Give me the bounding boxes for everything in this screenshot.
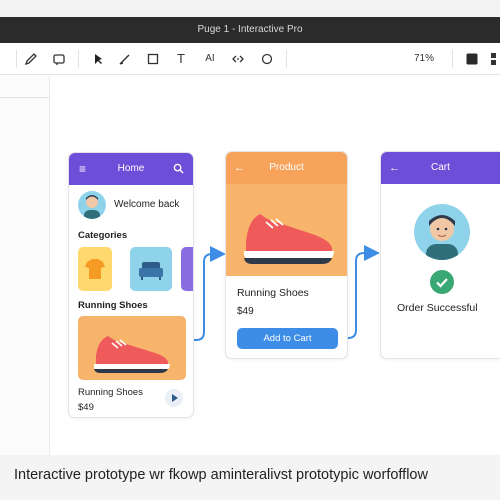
back-arrow-icon[interactable]: ←: [234, 152, 245, 184]
product-title: Running Shoes: [237, 287, 309, 299]
product-screen[interactable]: ← Product Running Shoes $49 Add to Cart: [225, 151, 348, 359]
home-screen[interactable]: ≡ Home Welcome back Categories Running S…: [68, 152, 194, 418]
back-arrow-icon[interactable]: ←: [389, 152, 400, 184]
play-icon: [172, 394, 178, 402]
welcome-text: Welcome back: [114, 199, 180, 210]
menu-icon[interactable]: ≡: [79, 153, 86, 185]
home-header-title: Home: [117, 163, 145, 174]
product-hero-image: [226, 184, 347, 276]
category-tile-shirts[interactable]: [78, 247, 112, 291]
sofa-icon: [139, 262, 163, 280]
running-shoes-section-label: Running Shoes: [78, 300, 148, 311]
product-name: Running Shoes: [78, 387, 143, 398]
product-card-image[interactable]: [78, 316, 186, 380]
product-header-title: Product: [269, 162, 304, 173]
product-price: $49: [78, 402, 94, 413]
category-tile-furniture[interactable]: [130, 247, 172, 291]
order-success-message: Order Successful: [397, 302, 478, 314]
search-icon[interactable]: [173, 153, 184, 185]
cart-header-title: Cart: [431, 162, 450, 173]
product-detail-price: $49: [237, 306, 254, 317]
cart-header: ← Cart: [381, 152, 500, 184]
app-window: Puge 1 - Interactive Pro T AI 71% ≡ Home…: [0, 0, 500, 455]
play-button[interactable]: [165, 389, 183, 407]
caption-bar: Interactive prototype wr fkowp aminteral…: [0, 455, 500, 500]
cart-screen[interactable]: ← Cart Order Successful: [380, 151, 500, 359]
add-to-cart-button[interactable]: Add to Cart: [237, 328, 338, 349]
shoe-icon: [93, 336, 170, 373]
shoe-icon: [243, 214, 334, 264]
avatar: [78, 191, 106, 219]
caption-text: Interactive prototype wr fkowp aminteral…: [14, 467, 428, 483]
success-check-icon: [430, 270, 454, 294]
tshirt-icon: [85, 259, 105, 279]
customer-avatar: [414, 204, 470, 260]
product-header: ← Product: [226, 152, 347, 184]
category-tile-more[interactable]: [181, 247, 193, 291]
categories-label: Categories: [78, 230, 128, 241]
home-header: ≡ Home: [69, 153, 193, 185]
